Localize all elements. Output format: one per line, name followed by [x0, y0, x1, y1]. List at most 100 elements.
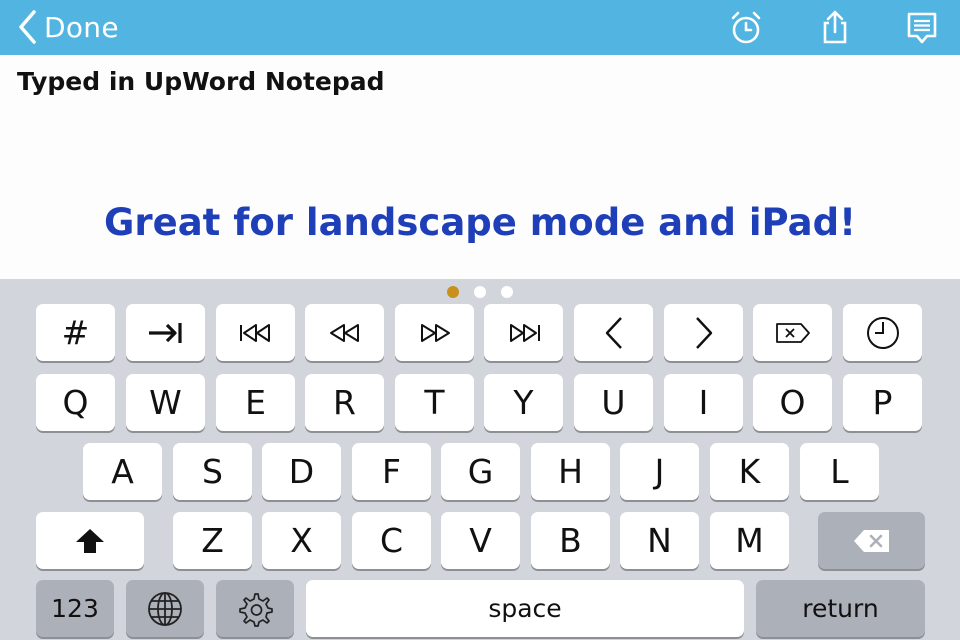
- key-o[interactable]: O: [753, 374, 832, 431]
- key-label: J: [654, 452, 665, 491]
- key-r[interactable]: R: [305, 374, 384, 431]
- key-label: B: [559, 521, 582, 560]
- key-x[interactable]: X: [262, 512, 341, 569]
- key-m[interactable]: M: [710, 512, 789, 569]
- page-dot[interactable]: [474, 286, 486, 298]
- page-dot[interactable]: [501, 286, 513, 298]
- key-h[interactable]: H: [531, 443, 610, 500]
- key-f[interactable]: F: [352, 443, 431, 500]
- key-label: T: [424, 383, 445, 422]
- key-w[interactable]: W: [126, 374, 205, 431]
- rewind-icon: [329, 323, 359, 342]
- key-label: F: [382, 452, 401, 491]
- key-c[interactable]: C: [352, 512, 431, 569]
- delete-forward-key[interactable]: [753, 304, 832, 361]
- navigation-bar: Done: [0, 0, 960, 55]
- key-label: Z: [201, 521, 224, 560]
- key-label: M: [735, 521, 764, 560]
- key-v[interactable]: V: [441, 512, 520, 569]
- key-s[interactable]: S: [173, 443, 252, 500]
- numbers-key-label: 123: [51, 594, 99, 623]
- key-label: E: [245, 383, 266, 422]
- numbers-key[interactable]: 123: [36, 580, 114, 637]
- delete-forward-icon: [775, 322, 810, 343]
- return-key-label: return: [802, 594, 879, 623]
- hash-key[interactable]: #: [36, 304, 115, 361]
- key-k[interactable]: K: [710, 443, 789, 500]
- skip-to-start-icon: [239, 323, 270, 342]
- key-label: Q: [62, 383, 89, 422]
- page-indicator: [447, 286, 513, 298]
- key-label: O: [779, 383, 806, 422]
- key-y[interactable]: Y: [484, 374, 563, 431]
- key-label: H: [558, 452, 583, 491]
- key-b[interactable]: B: [531, 512, 610, 569]
- key-label: K: [738, 452, 761, 491]
- key-q[interactable]: Q: [36, 374, 115, 431]
- key-g[interactable]: G: [441, 443, 520, 500]
- rewind-key[interactable]: [305, 304, 384, 361]
- keyboard: # Q W E R T Y U I O P A S D F G H J K L: [0, 279, 960, 640]
- skip-to-end-key[interactable]: [484, 304, 563, 361]
- backspace-icon: [853, 529, 889, 552]
- page-dot-active[interactable]: [447, 286, 459, 298]
- key-label: V: [469, 521, 492, 560]
- key-label: G: [467, 452, 494, 491]
- key-z[interactable]: Z: [173, 512, 252, 569]
- key-a[interactable]: A: [83, 443, 162, 500]
- key-label: U: [601, 383, 626, 422]
- document-body-text: Great for landscape mode and iPad!: [104, 201, 856, 244]
- key-label: L: [830, 452, 849, 491]
- key-p[interactable]: P: [843, 374, 922, 431]
- tab-key[interactable]: [126, 304, 205, 361]
- done-label: Done: [44, 10, 119, 44]
- key-label: X: [290, 521, 313, 560]
- key-label: R: [333, 383, 356, 422]
- key-label: C: [379, 521, 404, 560]
- backspace-key[interactable]: [818, 512, 925, 569]
- key-label: S: [202, 452, 223, 491]
- fast-forward-key[interactable]: [395, 304, 474, 361]
- notes-icon[interactable]: [903, 9, 941, 47]
- key-label: W: [149, 383, 182, 422]
- chevron-left-icon: [605, 316, 622, 349]
- settings-key[interactable]: [216, 580, 294, 637]
- key-label: D: [288, 452, 315, 491]
- key-j[interactable]: J: [620, 443, 699, 500]
- key-e[interactable]: E: [216, 374, 295, 431]
- key-n[interactable]: N: [620, 512, 699, 569]
- key-u[interactable]: U: [574, 374, 653, 431]
- chevron-right-icon: [695, 316, 712, 349]
- shift-key[interactable]: [36, 512, 144, 569]
- globe-icon: [148, 591, 182, 626]
- space-key[interactable]: space: [306, 580, 744, 637]
- shift-arrow-icon: [76, 528, 104, 553]
- key-label: I: [698, 383, 709, 422]
- skip-to-end-icon: [509, 323, 540, 342]
- globe-key[interactable]: [126, 580, 204, 637]
- done-button[interactable]: Done: [16, 6, 119, 48]
- insert-time-key[interactable]: [843, 304, 922, 361]
- key-label: N: [647, 521, 672, 560]
- skip-to-start-key[interactable]: [216, 304, 295, 361]
- cursor-right-key[interactable]: [664, 304, 743, 361]
- document-area[interactable]: Typed in UpWord Notepad Great for landsc…: [0, 55, 960, 279]
- fast-forward-icon: [420, 323, 450, 342]
- document-title: Typed in UpWord Notepad: [17, 67, 385, 96]
- tab-icon: [148, 322, 182, 343]
- key-l[interactable]: L: [800, 443, 879, 500]
- hash-key-label: #: [61, 313, 90, 352]
- return-key[interactable]: return: [756, 580, 925, 637]
- key-t[interactable]: T: [395, 374, 474, 431]
- key-label: A: [111, 452, 134, 491]
- key-label: P: [872, 383, 893, 422]
- clock-icon: [866, 316, 899, 349]
- cursor-left-key[interactable]: [574, 304, 653, 361]
- key-i[interactable]: I: [664, 374, 743, 431]
- alarm-clock-icon[interactable]: [727, 9, 765, 47]
- share-icon[interactable]: [816, 9, 854, 47]
- key-d[interactable]: D: [262, 443, 341, 500]
- space-key-label: space: [488, 594, 562, 623]
- key-label: Y: [513, 383, 534, 422]
- chevron-left-icon: [19, 10, 36, 44]
